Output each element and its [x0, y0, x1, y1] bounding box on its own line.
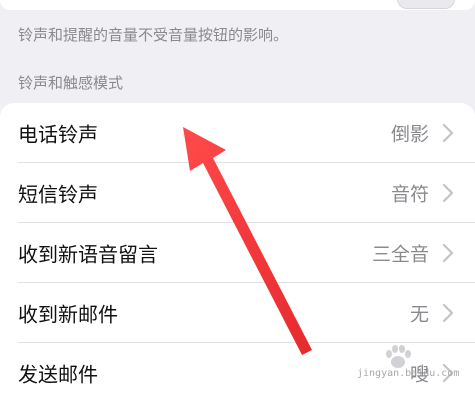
chevron-right-icon — [442, 123, 454, 143]
row-label: 短信铃声 — [18, 182, 98, 207]
row-new-mail[interactable]: 收到新邮件 无 — [0, 283, 475, 343]
row-label: 收到新语音留言 — [18, 242, 158, 267]
chevron-right-icon — [442, 303, 454, 323]
row-label: 电话铃声 — [18, 122, 98, 147]
section-header-ringtones-haptics: 铃声和触感模式 — [18, 74, 124, 92]
row-new-voicemail[interactable]: 收到新语音留言 三全音 — [0, 223, 475, 283]
row-value: 音符 — [390, 183, 429, 206]
baidu-watermark: jingyan.baidu.com — [357, 344, 467, 386]
chevron-right-icon — [442, 243, 454, 263]
volume-info-note: 铃声和提醒的音量不受音量按钮的影响。 — [18, 26, 289, 44]
row-value: 倒影 — [390, 123, 429, 146]
chevron-right-icon — [442, 183, 454, 203]
row-label: 收到新邮件 — [18, 302, 118, 327]
previous-section-card — [0, 0, 475, 10]
toggle-switch-partial[interactable] — [397, 0, 455, 9]
watermark-url: jingyan.baidu.com — [357, 368, 460, 379]
row-sms-ringtone[interactable]: 短信铃声 音符 — [0, 163, 475, 223]
baidu-paw-icon — [386, 345, 411, 368]
row-value: 三全音 — [371, 243, 429, 266]
row-value: 无 — [409, 303, 429, 326]
row-phone-ringtone[interactable]: 电话铃声 倒影 — [0, 103, 475, 163]
row-label: 发送邮件 — [18, 362, 98, 387]
